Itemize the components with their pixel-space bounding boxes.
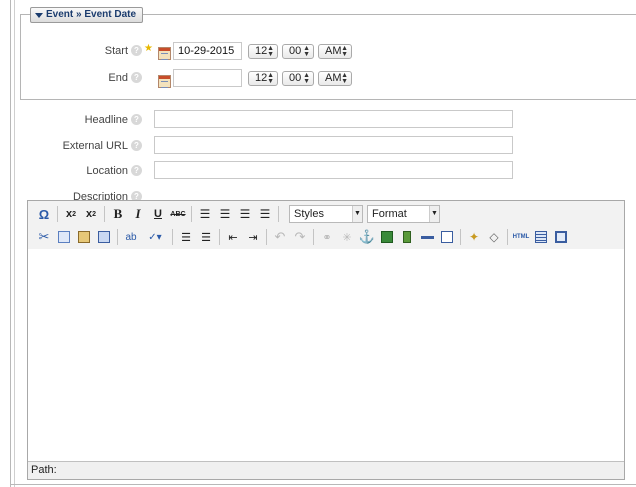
end-hour-select[interactable]: 12 ▲ ▼: [248, 71, 278, 86]
headline-input[interactable]: [154, 110, 513, 128]
fullscreen-icon[interactable]: [551, 227, 571, 247]
horizontal-rule-icon[interactable]: [417, 227, 437, 247]
description-editor: Ω x2 x2 B I U ABC ☰ ☰ ☰ ☰ Styles ▼ Format…: [27, 200, 625, 480]
triangle-down-icon: [35, 12, 43, 18]
start-ampm-select[interactable]: AM ▲ ▼: [318, 44, 352, 59]
location-input[interactable]: [154, 161, 513, 179]
align-left-icon[interactable]: ☰: [195, 204, 215, 224]
toolbar-separator: [191, 206, 192, 222]
media-icon[interactable]: [397, 227, 417, 247]
end-date-input[interactable]: [173, 69, 242, 87]
location-label: Location: [86, 165, 128, 177]
toolbar-separator: [278, 206, 279, 222]
align-justify-icon[interactable]: ☰: [255, 204, 275, 224]
updown-icon: ▲ ▼: [267, 45, 274, 58]
eraser-icon[interactable]: ◇: [484, 227, 504, 247]
outdent-icon[interactable]: ⇤: [223, 227, 243, 247]
updown-icon: ▲ ▼: [341, 45, 348, 58]
indent-icon[interactable]: ⇥: [243, 227, 263, 247]
editor-path-bar: Path:: [28, 461, 624, 479]
end-minute-select[interactable]: 00 ▲ ▼: [282, 71, 314, 86]
updown-icon: ▲ ▼: [341, 72, 348, 85]
toolbar-separator: [219, 229, 220, 245]
format-dropdown[interactable]: Format ▼: [367, 205, 440, 223]
strikethrough-icon[interactable]: ABC: [168, 204, 188, 224]
start-label: Start: [104, 45, 128, 57]
toolbar-separator: [266, 229, 267, 245]
updown-icon: ▲ ▼: [303, 72, 310, 85]
toolbar-separator: [57, 206, 58, 222]
updown-icon: ▲ ▼: [303, 45, 310, 58]
updown-icon: ▲ ▼: [267, 72, 274, 85]
chevron-down-icon: ▼: [352, 206, 362, 222]
path-label: Path:: [31, 464, 57, 476]
external-url-input[interactable]: [154, 136, 513, 154]
subscript-icon[interactable]: x2: [61, 204, 81, 224]
start-hour-select[interactable]: 12 ▲ ▼: [248, 44, 278, 59]
end-ampm-select[interactable]: AM ▲ ▼: [318, 71, 352, 86]
headline-label: Headline: [84, 114, 128, 126]
redo-icon[interactable]: ↷: [290, 227, 310, 247]
copy-icon[interactable]: [54, 227, 74, 247]
paste-word-icon[interactable]: [94, 227, 114, 247]
editor-content-area[interactable]: [28, 249, 624, 461]
superscript-icon[interactable]: x2: [81, 204, 101, 224]
omega-icon[interactable]: Ω: [34, 204, 54, 224]
toolbar-separator: [104, 206, 105, 222]
help-icon[interactable]: ?: [131, 140, 142, 151]
toolbar-separator: [117, 229, 118, 245]
italic-icon[interactable]: I: [128, 204, 148, 224]
underline-icon[interactable]: U: [148, 204, 168, 224]
anchor-icon[interactable]: ⚓: [357, 227, 377, 247]
toolbar-separator: [313, 229, 314, 245]
bullet-list-icon[interactable]: ☰: [176, 227, 196, 247]
external-url-label: External URL: [62, 140, 128, 152]
unlink-icon[interactable]: ✳: [337, 227, 357, 247]
editor-toolbar: Ω x2 x2 B I U ABC ☰ ☰ ☰ ☰ Styles ▼ Format…: [28, 201, 624, 250]
frame-border-bottom: [10, 484, 636, 485]
toolbar-row-2: ✂ ab ✓▾ ☰ ☰ ⇤ ⇥ ↶ ↷ ⚭ ✳ ⚓ ✦ ◇ HTML: [34, 227, 571, 247]
calendar-icon[interactable]: [158, 75, 171, 88]
numbered-list-icon[interactable]: ☰: [196, 227, 216, 247]
edit-icon[interactable]: [437, 227, 457, 247]
bold-icon[interactable]: B: [108, 204, 128, 224]
chevron-down-icon: ▼: [429, 206, 439, 222]
link-icon[interactable]: ⚭: [317, 227, 337, 247]
toolbar-separator: [507, 229, 508, 245]
help-icon[interactable]: ?: [131, 45, 142, 56]
toolbar-row-1: Ω x2 x2 B I U ABC ☰ ☰ ☰ ☰ Styles ▼ Format…: [34, 204, 444, 224]
toolbar-separator: [172, 229, 173, 245]
spellcheck-icon[interactable]: ✓▾: [141, 227, 169, 247]
legend-label: Event » Event Date: [46, 9, 137, 20]
required-star-icon: ★: [144, 43, 153, 54]
calendar-icon[interactable]: [158, 47, 171, 60]
html-icon[interactable]: HTML: [511, 227, 531, 247]
align-center-icon[interactable]: ☰: [215, 204, 235, 224]
paste-icon[interactable]: [74, 227, 94, 247]
help-icon[interactable]: ?: [131, 165, 142, 176]
table-icon[interactable]: [531, 227, 551, 247]
toolbar-separator: [460, 229, 461, 245]
find-replace-icon[interactable]: ab: [121, 227, 141, 247]
frame-border-inner: [14, 0, 15, 487]
help-icon[interactable]: ?: [131, 72, 142, 83]
start-date-input[interactable]: 10-29-2015: [173, 42, 242, 60]
cleanup-icon[interactable]: ✦: [464, 227, 484, 247]
frame-border-left: [10, 0, 11, 487]
styles-dropdown[interactable]: Styles ▼: [289, 205, 363, 223]
align-right-icon[interactable]: ☰: [235, 204, 255, 224]
undo-icon[interactable]: ↶: [270, 227, 290, 247]
image-icon[interactable]: [377, 227, 397, 247]
cut-icon[interactable]: ✂: [34, 227, 54, 247]
end-label: End: [108, 72, 128, 84]
start-minute-select[interactable]: 00 ▲ ▼: [282, 44, 314, 59]
help-icon[interactable]: ?: [131, 114, 142, 125]
event-date-legend-toggle[interactable]: Event » Event Date: [30, 7, 144, 23]
